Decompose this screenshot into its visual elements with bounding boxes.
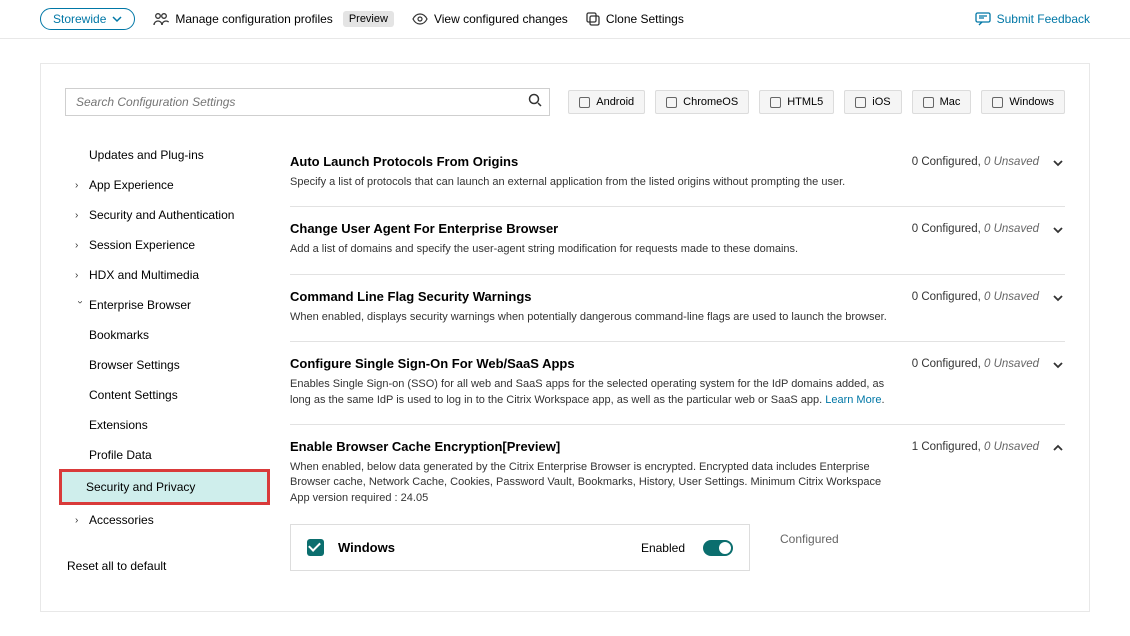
checkbox-checked-icon[interactable] <box>307 539 324 556</box>
clone-settings-link[interactable]: Clone Settings <box>586 12 684 26</box>
setting-desc: When enabled, below data generated by th… <box>290 460 892 506</box>
enabled-toggle[interactable] <box>703 540 733 556</box>
sidebar-item-security-auth[interactable]: ›Security and Authentication <box>65 200 270 230</box>
enabled-label: Enabled <box>641 541 685 555</box>
search-input[interactable] <box>65 88 550 116</box>
settings-card: Android ChromeOS HTML5 iOS Mac Windows U… <box>40 63 1090 612</box>
setting-status: 1 Configured, 0 Unsaved <box>912 441 1039 453</box>
submit-feedback-label: Submit Feedback <box>997 12 1090 26</box>
setting-title: Change User Agent For Enterprise Browser <box>290 221 892 236</box>
checkbox-icon <box>666 97 677 108</box>
setting-desc: Enables Single Sign-on (SSO) for all web… <box>290 377 892 408</box>
setting-title: Auto Launch Protocols From Origins <box>290 154 892 169</box>
manage-profiles-label: Manage configuration profiles <box>175 12 332 26</box>
sidebar-item-updates[interactable]: Updates and Plug-ins <box>65 140 270 170</box>
sidebar-item-security-privacy[interactable]: Security and Privacy <box>62 472 267 502</box>
sidebar-item-bookmarks[interactable]: Bookmarks <box>65 320 270 350</box>
configured-status: Configured <box>780 532 839 546</box>
setting-auto-launch[interactable]: Auto Launch Protocols From Origins Speci… <box>290 140 1065 207</box>
sidebar-item-session-experience[interactable]: ›Session Experience <box>65 230 270 260</box>
platform-chip-mac[interactable]: Mac <box>912 90 972 114</box>
sidebar-item-content-settings[interactable]: Content Settings <box>65 380 270 410</box>
chevron-down-icon <box>1051 291 1065 305</box>
submit-feedback-link[interactable]: Submit Feedback <box>975 12 1090 26</box>
setting-status: 0 Configured, 0 Unsaved <box>912 291 1039 303</box>
view-changes-label: View configured changes <box>434 12 568 26</box>
sidebar-item-accessories[interactable]: ›Accessories <box>65 505 270 535</box>
checkbox-icon <box>923 97 934 108</box>
checkbox-icon <box>855 97 866 108</box>
sidebar-item-hdx[interactable]: ›HDX and Multimedia <box>65 260 270 290</box>
sidebar-item-app-experience[interactable]: ›App Experience <box>65 170 270 200</box>
chevron-down-icon <box>1051 156 1065 170</box>
chevron-down-icon <box>1051 223 1065 237</box>
sidebar-item-browser-settings[interactable]: Browser Settings <box>65 350 270 380</box>
platform-chips: Android ChromeOS HTML5 iOS Mac Windows <box>568 90 1065 114</box>
setting-cache-encryption[interactable]: Enable Browser Cache Encryption[Preview]… <box>290 425 1065 587</box>
setting-cmd-flag-warnings[interactable]: Command Line Flag Security Warnings When… <box>290 275 1065 342</box>
checkbox-icon <box>579 97 590 108</box>
clone-icon <box>586 12 600 26</box>
reset-all-link[interactable]: Reset all to default <box>65 559 270 573</box>
platform-chip-ios[interactable]: iOS <box>844 90 901 114</box>
search-icon[interactable] <box>528 93 542 107</box>
highlight-annotation: Security and Privacy <box>59 469 270 505</box>
settings-list: Auto Launch Protocols From Origins Speci… <box>290 140 1065 587</box>
eye-icon <box>412 13 428 25</box>
platform-chip-windows[interactable]: Windows <box>981 90 1065 114</box>
os-config-panel: Windows Enabled <box>290 524 750 571</box>
sidebar: Updates and Plug-ins ›App Experience ›Se… <box>65 140 270 587</box>
scope-dropdown[interactable]: Storewide <box>40 8 135 30</box>
setting-desc: When enabled, displays security warnings… <box>290 310 892 325</box>
setting-status: 0 Configured, 0 Unsaved <box>912 156 1039 168</box>
setting-title: Enable Browser Cache Encryption[Preview] <box>290 439 892 454</box>
setting-desc: Specify a list of protocols that can lau… <box>290 175 892 190</box>
checkbox-icon <box>770 97 781 108</box>
setting-title: Command Line Flag Security Warnings <box>290 289 892 304</box>
view-changes-link[interactable]: View configured changes <box>412 12 568 26</box>
chevron-down-icon <box>1051 358 1065 372</box>
checkbox-icon <box>992 97 1003 108</box>
platform-chip-html5[interactable]: HTML5 <box>759 90 834 114</box>
setting-status: 0 Configured, 0 Unsaved <box>912 223 1039 235</box>
setting-sso[interactable]: Configure Single Sign-On For Web/SaaS Ap… <box>290 342 1065 425</box>
clone-settings-label: Clone Settings <box>606 12 684 26</box>
chevron-right-icon: › <box>75 240 85 251</box>
chevron-right-icon: › <box>75 180 85 191</box>
chevron-up-icon <box>1051 441 1065 455</box>
chevron-right-icon: › <box>75 270 85 281</box>
preview-badge: Preview <box>343 11 394 27</box>
filter-row: Android ChromeOS HTML5 iOS Mac Windows <box>65 88 1065 116</box>
os-label: Windows <box>338 540 627 555</box>
chevron-right-icon: › <box>75 210 85 221</box>
sidebar-item-extensions[interactable]: Extensions <box>65 410 270 440</box>
top-bar: Storewide Manage configuration profiles … <box>0 0 1130 39</box>
feedback-icon <box>975 12 991 26</box>
manage-profiles-link[interactable]: Manage configuration profiles Preview <box>153 11 394 27</box>
setting-status: 0 Configured, 0 Unsaved <box>912 358 1039 370</box>
platform-chip-android[interactable]: Android <box>568 90 645 114</box>
sidebar-item-profile-data[interactable]: Profile Data <box>65 440 270 470</box>
sidebar-item-enterprise-browser[interactable]: ›Enterprise Browser <box>65 290 270 320</box>
search-wrap <box>65 88 550 116</box>
scope-label: Storewide <box>53 12 106 26</box>
chevron-right-icon: › <box>75 515 85 526</box>
chevron-down-icon: › <box>75 300 86 310</box>
setting-user-agent[interactable]: Change User Agent For Enterprise Browser… <box>290 207 1065 274</box>
setting-desc: Add a list of domains and specify the us… <box>290 242 892 257</box>
people-icon <box>153 12 169 26</box>
setting-title: Configure Single Sign-On For Web/SaaS Ap… <box>290 356 892 371</box>
learn-more-link[interactable]: Learn More <box>825 394 881 406</box>
chevron-down-icon <box>112 14 122 24</box>
platform-chip-chromeos[interactable]: ChromeOS <box>655 90 749 114</box>
